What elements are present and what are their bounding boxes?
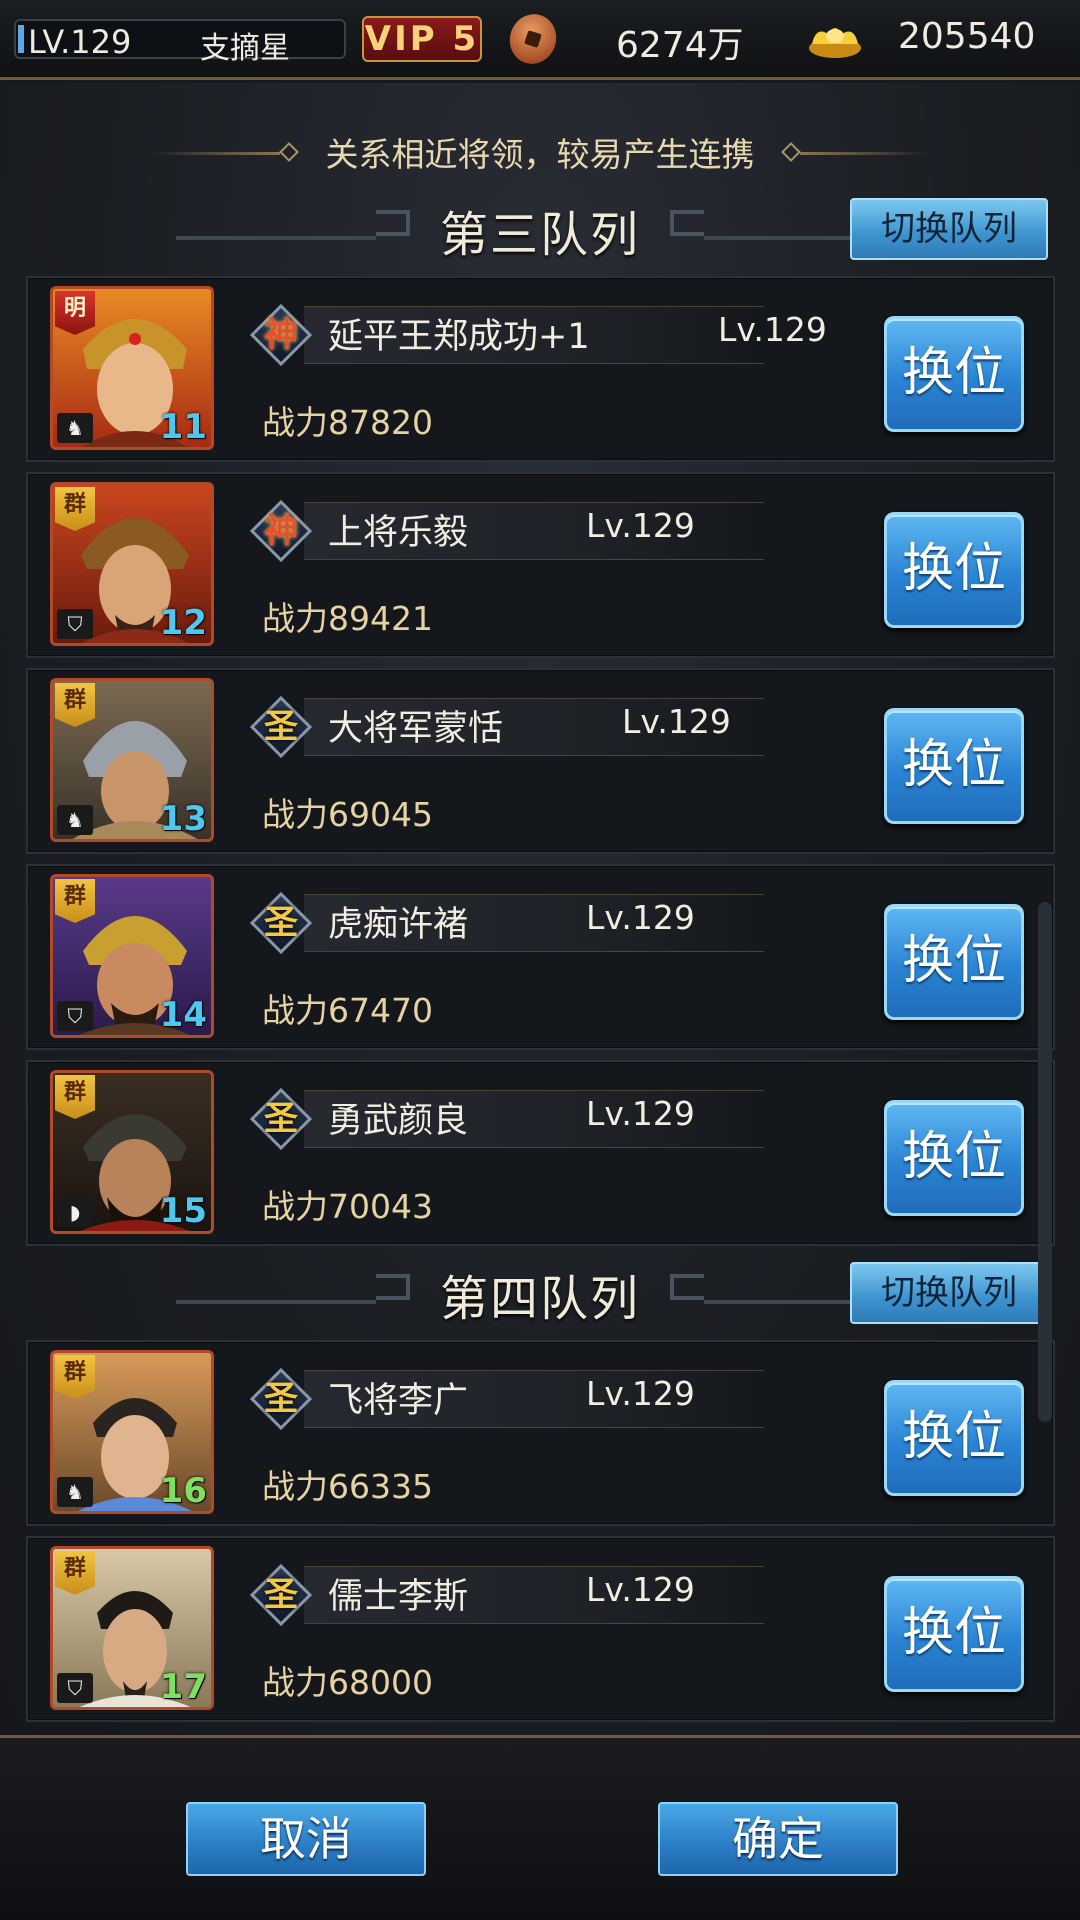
general-name: 上将乐毅 xyxy=(328,513,469,553)
general-portrait[interactable]: 群 ♞ 16 xyxy=(50,1350,214,1514)
general-row[interactable]: 群 ◗ 15 圣 勇武颜良 Lv.129 战力70043 换位 xyxy=(26,1060,1055,1246)
section-line-right xyxy=(704,1300,850,1304)
general-name: 大将军蒙恬 xyxy=(328,709,504,749)
swap-position-button[interactable]: 换位 xyxy=(884,708,1024,824)
rank-badge: 圣 xyxy=(249,891,313,955)
general-power: 战力67470 xyxy=(262,991,433,1030)
general-level: Lv.129 xyxy=(622,702,731,741)
general-level: Lv.129 xyxy=(718,310,827,349)
switch-queue-button[interactable]: 切换队列 xyxy=(850,1262,1048,1324)
general-power: 战力69045 xyxy=(262,795,433,834)
general-row[interactable]: 群 ⛉ 14 圣 虎痴许褚 Lv.129 战力67470 换位 xyxy=(26,864,1055,1050)
general-power: 战力66335 xyxy=(262,1467,433,1506)
list-scrollbar[interactable] xyxy=(1038,902,1052,1422)
level-accent xyxy=(18,25,24,53)
rank-label: 神 xyxy=(264,315,298,355)
swap-position-button[interactable]: 换位 xyxy=(884,904,1024,1020)
general-power: 战力70043 xyxy=(262,1187,433,1226)
general-name: 勇武颜良 xyxy=(328,1101,469,1141)
shield-icon: ⛉ xyxy=(57,609,93,639)
general-portrait[interactable]: 明 ♞ 11 xyxy=(50,286,214,450)
rank-badge: 圣 xyxy=(249,1563,313,1627)
swap-position-button[interactable]: 换位 xyxy=(884,512,1024,628)
coins-amount: 6274万 xyxy=(616,25,744,66)
swap-position-button[interactable]: 换位 xyxy=(884,1576,1024,1692)
footer-bar xyxy=(0,1735,1080,1920)
general-row[interactable]: 群 ⛉ 17 圣 儒士李斯 Lv.129 战力68000 换位 xyxy=(26,1536,1055,1722)
slot-number: 12 xyxy=(159,603,207,643)
player-level: LV.129 xyxy=(28,23,132,61)
faction-badge: 群 xyxy=(55,1355,95,1399)
rank-badge: 圣 xyxy=(249,1087,313,1151)
swap-position-button[interactable]: 换位 xyxy=(884,1100,1024,1216)
general-power: 战力89421 xyxy=(262,599,433,638)
rank-badge: 神 xyxy=(249,499,313,563)
player-level-box[interactable]: LV.129 支摘星 xyxy=(14,19,346,66)
general-name: 虎痴许褚 xyxy=(328,905,469,945)
general-power: 战力68000 xyxy=(262,1663,433,1702)
rank-label: 圣 xyxy=(264,903,298,943)
rank-label: 圣 xyxy=(264,1379,298,1419)
rank-label: 神 xyxy=(264,511,298,551)
general-row[interactable]: 群 ♞ 13 圣 大将军蒙恬 Lv.129 战力69045 换位 xyxy=(26,668,1055,854)
general-row[interactable]: 群 ⛉ 12 神 上将乐毅 Lv.129 战力89421 换位 xyxy=(26,472,1055,658)
faction-badge: 群 xyxy=(55,487,95,531)
general-row[interactable]: 明 ♞ 11 神 延平王郑成功+1 Lv.129 战力87820 换位 xyxy=(26,276,1055,462)
gold-amount: 205540 xyxy=(898,16,1036,57)
general-portrait[interactable]: 群 ⛉ 17 xyxy=(50,1546,214,1710)
slot-number: 13 xyxy=(159,799,207,839)
top-status-bar: LV.129 支摘星 VIP 5 6274万 205540 xyxy=(0,0,1080,80)
slot-number: 16 xyxy=(159,1471,207,1511)
rank-badge: 神 xyxy=(249,303,313,367)
general-portrait[interactable]: 群 ⛉ 12 xyxy=(50,482,214,646)
general-level: Lv.129 xyxy=(586,898,695,937)
general-name: 延平王郑成功+1 xyxy=(328,317,590,357)
slot-number: 17 xyxy=(159,1667,207,1707)
copper-coin-icon xyxy=(503,8,563,70)
slot-number: 15 xyxy=(159,1191,207,1231)
general-name: 飞将李广 xyxy=(328,1381,469,1421)
gold-ingot-icon xyxy=(809,28,861,58)
slot-number: 11 xyxy=(159,407,207,447)
rank-label: 圣 xyxy=(264,1575,298,1615)
general-power: 战力87820 xyxy=(262,403,433,442)
shield-icon: ⛉ xyxy=(57,1673,93,1703)
cavalry-icon: ♞ xyxy=(57,805,93,835)
vip-badge[interactable]: VIP 5 xyxy=(362,16,482,62)
section-ornament-right xyxy=(670,210,704,236)
general-level: Lv.129 xyxy=(586,1374,695,1413)
general-row[interactable]: 群 ♞ 16 圣 飞将李广 Lv.129 战力66335 换位 xyxy=(26,1340,1055,1526)
rank-label: 圣 xyxy=(264,1099,298,1139)
confirm-button[interactable]: 确定 xyxy=(658,1802,898,1876)
faction-badge: 群 xyxy=(55,683,95,727)
player-nickname: 支摘星 xyxy=(200,31,290,66)
cancel-button[interactable]: 取消 xyxy=(186,1802,426,1876)
cavalry-icon: ♞ xyxy=(57,1477,93,1507)
shield-icon: ⛉ xyxy=(57,1001,93,1031)
bow-icon: ◗ xyxy=(57,1197,93,1227)
general-portrait[interactable]: 群 ♞ 13 xyxy=(50,678,214,842)
general-portrait[interactable]: 群 ◗ 15 xyxy=(50,1070,214,1234)
slot-number: 14 xyxy=(159,995,207,1035)
hint-divider-right xyxy=(800,152,930,155)
general-level: Lv.129 xyxy=(586,1094,695,1133)
rank-label: 圣 xyxy=(264,707,298,747)
swap-position-button[interactable]: 换位 xyxy=(884,1380,1024,1496)
section-line-right xyxy=(704,236,850,240)
general-level: Lv.129 xyxy=(586,506,695,545)
general-portrait[interactable]: 群 ⛉ 14 xyxy=(50,874,214,1038)
cavalry-icon: ♞ xyxy=(57,413,93,443)
general-name: 儒士李斯 xyxy=(328,1577,469,1617)
faction-badge: 群 xyxy=(55,1075,95,1119)
swap-position-button[interactable]: 换位 xyxy=(884,316,1024,432)
switch-queue-button[interactable]: 切换队列 xyxy=(850,198,1048,260)
rank-badge: 圣 xyxy=(249,695,313,759)
section-ornament-right xyxy=(670,1274,704,1300)
faction-badge: 明 xyxy=(55,291,95,335)
faction-badge: 群 xyxy=(55,1551,95,1595)
faction-badge: 群 xyxy=(55,879,95,923)
rank-badge: 圣 xyxy=(249,1367,313,1431)
general-level: Lv.129 xyxy=(586,1570,695,1609)
